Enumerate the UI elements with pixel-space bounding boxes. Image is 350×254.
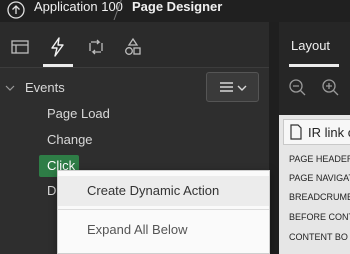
processing-icon bbox=[89, 39, 103, 55]
layout-pane: Layout IR link c PAGE HEADER PAGE NAVIGA… bbox=[279, 22, 350, 254]
menu-divider bbox=[58, 209, 269, 210]
tree-node-change[interactable]: Change bbox=[47, 132, 93, 147]
tab-dynamic-actions[interactable] bbox=[47, 36, 69, 58]
rendering-icon bbox=[11, 40, 29, 54]
layout-canvas: IR link c PAGE HEADER PAGE NAVIGATI BREA… bbox=[279, 115, 350, 254]
app-title[interactable]: Application 100 bbox=[34, 0, 123, 14]
slot-page-header[interactable]: PAGE HEADER bbox=[289, 154, 350, 164]
slot-breadcrumb[interactable]: BREADCRUMB bbox=[289, 192, 350, 202]
zoom-in-icon[interactable] bbox=[321, 78, 341, 98]
tree-node-page-load[interactable]: Page Load bbox=[47, 106, 110, 121]
slot-page-navigation[interactable]: PAGE NAVIGATI bbox=[289, 173, 350, 183]
menu-lines-icon bbox=[220, 82, 247, 92]
region-card[interactable]: IR link c bbox=[283, 119, 350, 145]
left-tab-bar bbox=[0, 22, 269, 68]
document-icon bbox=[290, 124, 302, 140]
tree-node-events[interactable]: Events bbox=[25, 80, 65, 95]
zoom-out-icon[interactable] bbox=[288, 78, 308, 98]
tab-layout[interactable]: Layout bbox=[291, 38, 330, 53]
menu-item-expand-all-below[interactable]: Expand All Below bbox=[58, 215, 269, 245]
page-designer-window: Application 100 Page Designer Events Pag… bbox=[0, 0, 350, 254]
active-tab-indicator bbox=[43, 64, 73, 67]
context-menu: Create Dynamic Action Expand All Below bbox=[57, 170, 270, 254]
tab-processing[interactable] bbox=[85, 36, 107, 58]
tab-shared-components[interactable] bbox=[122, 36, 144, 58]
tree-menu-button[interactable] bbox=[206, 72, 259, 102]
dynamic-actions-icon bbox=[51, 37, 64, 57]
slot-before-content[interactable]: BEFORE CONT bbox=[289, 212, 350, 222]
shared-components-icon bbox=[125, 37, 141, 55]
slot-content-body[interactable]: CONTENT BO bbox=[289, 232, 348, 242]
chevron-down-icon[interactable] bbox=[5, 83, 15, 93]
top-bar: Application 100 Page Designer bbox=[0, 0, 350, 22]
active-tab-indicator bbox=[289, 64, 339, 67]
page-title: Page Designer bbox=[132, 0, 223, 14]
pane-splitter[interactable] bbox=[269, 22, 279, 254]
breadcrumb-separator bbox=[113, 0, 122, 20]
region-title: IR link c bbox=[308, 125, 350, 140]
up-arrow-icon[interactable] bbox=[7, 1, 25, 19]
tab-rendering[interactable] bbox=[9, 36, 31, 58]
menu-item-create-dynamic-action[interactable]: Create Dynamic Action bbox=[58, 176, 269, 206]
